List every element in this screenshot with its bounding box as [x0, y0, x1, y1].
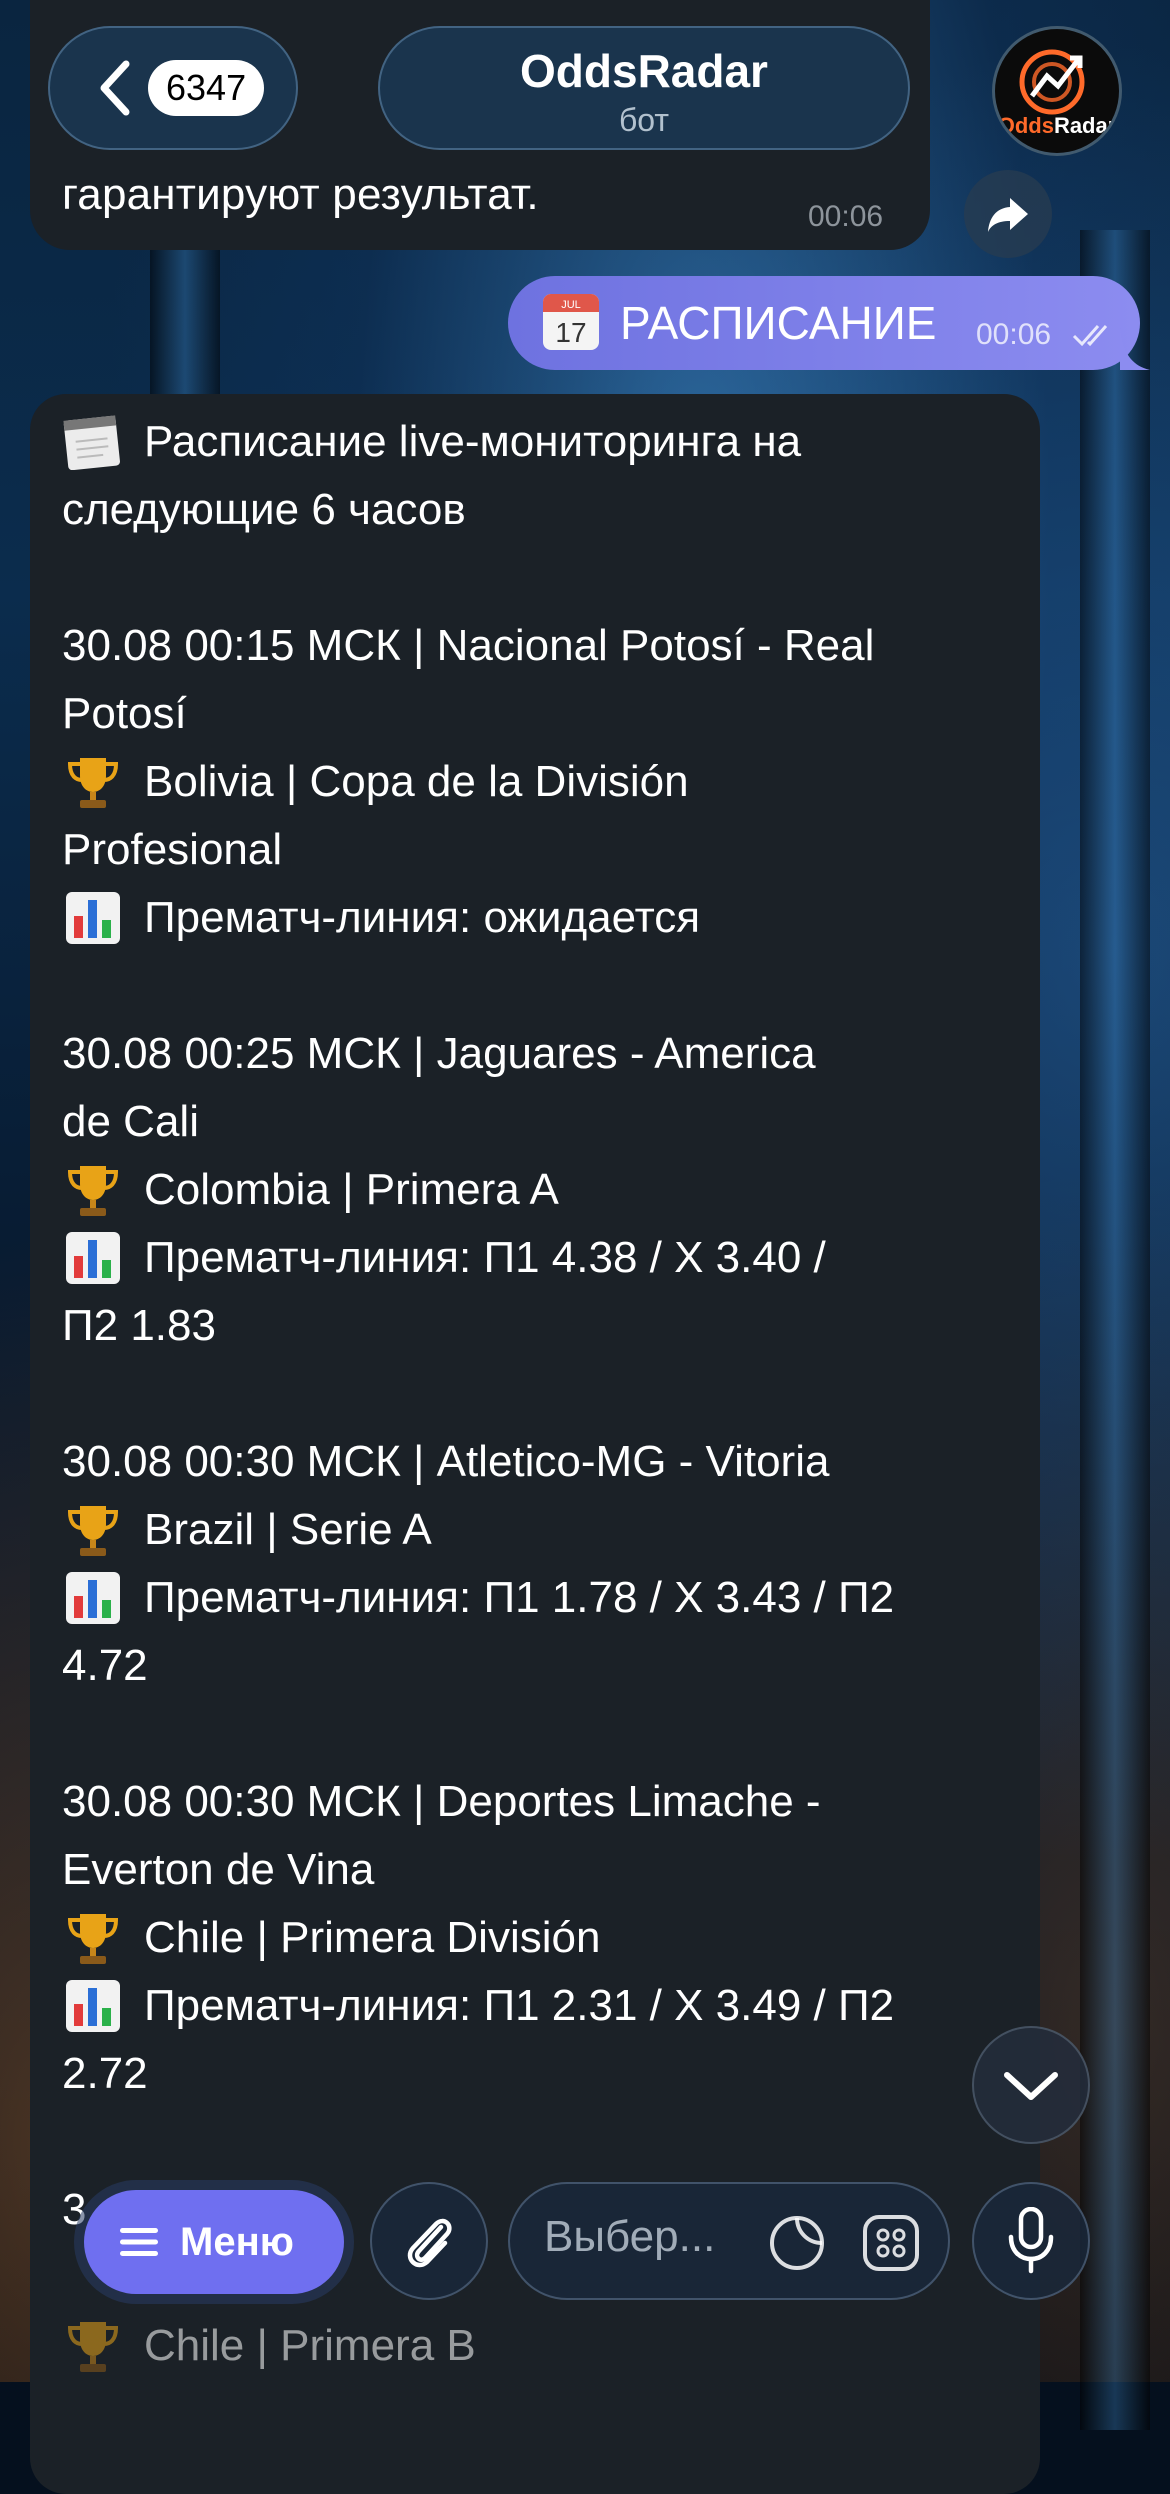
- read-checkmarks-icon: [1072, 325, 1108, 347]
- league-line: Profesional: [62, 825, 283, 874]
- microphone-icon: [1008, 2207, 1054, 2274]
- league-line: Chile | Primera División: [62, 1904, 1022, 1972]
- odds-text: Прематч-линия: ожидается: [144, 893, 701, 942]
- league-name: Chile | Primera División: [144, 1913, 601, 1962]
- unread-count-badge: 6347: [148, 60, 265, 116]
- league-name: Brazil | Serie A: [144, 1505, 432, 1554]
- league-line: Chile | Primera B: [62, 2312, 1022, 2380]
- bubble-tail: [1120, 328, 1150, 370]
- odds-text: Прематч-линия: П1 4.38 / X 3.40 /: [144, 1233, 826, 1282]
- league-name: Bolivia | Copa de la División: [144, 757, 689, 806]
- back-button[interactable]: 6347: [48, 26, 298, 150]
- svg-text:JUL: JUL: [561, 299, 581, 311]
- scroll-to-bottom-button[interactable]: [972, 2026, 1090, 2144]
- odds-text: Прематч-линия: П1 1.78 / X 3.43 / П2: [144, 1573, 895, 1622]
- match-line: Potosí: [62, 689, 187, 738]
- forward-icon: [988, 198, 1028, 232]
- trophy-icon: [67, 1166, 119, 1216]
- odds-line: Прематч-линия: П1 1.78 / X 3.43 / П2: [62, 1564, 1022, 1632]
- emoji-keyboard-icon[interactable]: [862, 2214, 920, 2272]
- odds-line: П2 1.83: [62, 1301, 216, 1350]
- forward-button[interactable]: [964, 170, 1052, 258]
- chevron-down-icon: [1004, 2072, 1058, 2100]
- chevron-left-icon: [100, 60, 130, 116]
- bar-chart-icon: [66, 1980, 120, 2032]
- chat-title: OddsRadar: [520, 45, 768, 97]
- voice-message-button[interactable]: [972, 2182, 1090, 2300]
- match-line: 30.08 00:25 МСК | Jaguares - America: [62, 1029, 816, 1078]
- odds-line: 2.72: [62, 2049, 148, 2098]
- schedule-title-line: следующие 6 часов: [62, 485, 466, 534]
- bar-chart-icon: [66, 1572, 120, 1624]
- svg-text:17: 17: [555, 317, 586, 348]
- wallpaper-pillar: [1080, 230, 1150, 2430]
- match-line: Everton de Vina: [62, 1845, 375, 1894]
- attach-button[interactable]: [370, 2182, 488, 2300]
- trophy-icon: [67, 2322, 119, 2372]
- message-input-container[interactable]: [508, 2182, 950, 2300]
- match-line: 30.08 00:30 МСК | Atletico-MG - Vitoria: [62, 1437, 830, 1486]
- chat-subtitle: бот: [618, 102, 670, 138]
- league-name: Chile | Primera B: [144, 2321, 476, 2370]
- paperclip-icon: [407, 2218, 452, 2268]
- calendar-icon: JUL 17: [543, 294, 599, 350]
- match-line: 30.08 00:15 МСК | Nacional Potosí - Real: [62, 621, 875, 670]
- outgoing-message-time: 00:06: [976, 318, 1052, 351]
- message-input[interactable]: [544, 2212, 754, 2262]
- trophy-icon: [67, 1506, 119, 1556]
- odds-line: 4.72: [62, 1641, 148, 1690]
- outgoing-message-text: РАСПИСАНИЕ: [620, 297, 937, 349]
- match-line: 30.08 00:30 МСК | Deportes Limache -: [62, 1777, 821, 1826]
- league-line: Colombia | Primera A: [62, 1156, 1022, 1224]
- sticker-icon[interactable]: [768, 2214, 826, 2272]
- league-line: Bolivia | Copa de la División: [62, 748, 1022, 816]
- calendar-pad-icon: [63, 415, 120, 470]
- bar-chart-icon: [66, 1232, 120, 1284]
- previous-message-text: гарантируют результат.: [62, 170, 539, 219]
- bar-chart-icon: [66, 892, 120, 944]
- trophy-icon: [67, 758, 119, 808]
- chat-header[interactable]: OddsRadar бот: [378, 26, 910, 150]
- league-line: Brazil | Serie A: [62, 1496, 1022, 1564]
- trophy-icon: [67, 1914, 119, 1964]
- schedule-title-line: Расписание live-мониторинга на: [62, 408, 1022, 476]
- schedule-title: Расписание live-мониторинга на: [144, 417, 802, 466]
- previous-message-time: 00:06: [808, 200, 884, 233]
- odds-line: Прематч-линия: П1 4.38 / X 3.40 /: [62, 1224, 1022, 1292]
- schedule-message-text: Расписание live-мониторинга на следующие…: [62, 408, 1022, 2380]
- match-line: de Cali: [62, 1097, 199, 1146]
- hamburger-icon: [120, 2228, 158, 2256]
- avatar-logo-text: OddsRadar: [997, 113, 1117, 138]
- bot-menu-button[interactable]: Меню: [84, 2190, 344, 2294]
- menu-button-label: Меню: [180, 2219, 294, 2264]
- odds-line: Прематч-линия: П1 2.31 / X 3.49 / П2: [62, 1972, 1022, 2040]
- odds-line: Прематч-линия: ожидается: [62, 884, 1022, 952]
- league-name: Colombia | Primera A: [144, 1165, 559, 1214]
- avatar[interactable]: OddsRadar: [992, 26, 1122, 156]
- odds-text: Прематч-линия: П1 2.31 / X 3.49 / П2: [144, 1981, 895, 2030]
